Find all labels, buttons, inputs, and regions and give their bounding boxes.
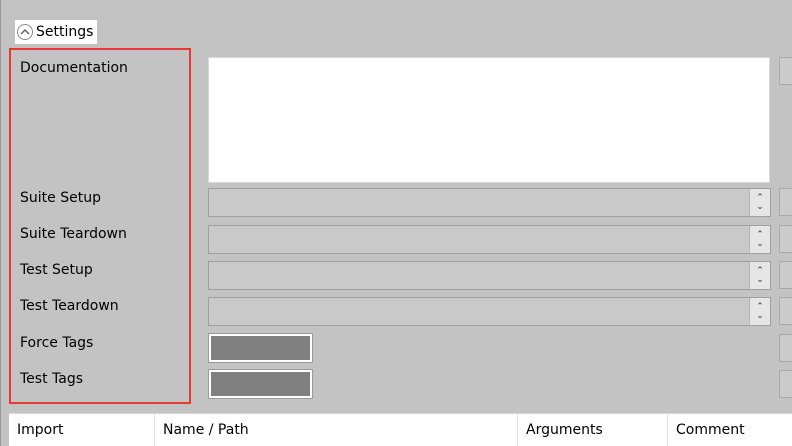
- test-teardown-side-button[interactable]: [779, 297, 792, 325]
- column-header-arguments[interactable]: Arguments: [518, 414, 668, 446]
- window-left-edge: [0, 0, 1, 446]
- chevron-up-icon: [17, 24, 33, 40]
- suite-setup-label: Suite Setup: [20, 190, 101, 206]
- force-tags-label: Force Tags: [20, 335, 94, 351]
- documentation-side-button[interactable]: [779, 57, 792, 85]
- suite-teardown-label: Suite Teardown: [20, 226, 127, 242]
- spin-down-icon: ⌄: [756, 201, 764, 212]
- spin-down-icon: ⌄: [756, 274, 764, 285]
- test-tags-side-button[interactable]: [779, 370, 792, 398]
- force-tags-editor[interactable]: [208, 333, 313, 363]
- settings-toggle-label: Settings: [36, 24, 94, 40]
- test-setup-spinner[interactable]: ⌃ ⌄: [749, 262, 770, 289]
- column-header-name-path[interactable]: Name / Path: [155, 414, 518, 446]
- force-tags-side-button[interactable]: [779, 334, 792, 362]
- spin-down-icon: ⌄: [756, 238, 764, 249]
- column-header-import[interactable]: Import: [9, 414, 155, 446]
- test-tags-editor[interactable]: [208, 369, 313, 399]
- suite-setup-spinner[interactable]: ⌃ ⌄: [749, 189, 770, 216]
- suite-teardown-spinner[interactable]: ⌃ ⌄: [749, 226, 770, 253]
- test-tags-field: [211, 372, 310, 396]
- suite-setup-input[interactable]: ⌃ ⌄: [208, 188, 771, 217]
- test-teardown-spinner[interactable]: ⌃ ⌄: [749, 298, 770, 325]
- test-teardown-label: Test Teardown: [20, 298, 119, 314]
- test-setup-input[interactable]: ⌃ ⌄: [208, 261, 771, 290]
- suite-setup-side-button[interactable]: [779, 188, 792, 216]
- suite-teardown-side-button[interactable]: [779, 225, 792, 253]
- suite-teardown-input[interactable]: ⌃ ⌄: [208, 225, 771, 254]
- documentation-label: Documentation: [20, 60, 128, 76]
- test-setup-label: Test Setup: [20, 262, 93, 278]
- column-header-comment[interactable]: Comment: [668, 414, 792, 446]
- test-setup-side-button[interactable]: [779, 261, 792, 289]
- test-tags-label: Test Tags: [20, 371, 84, 387]
- settings-toggle[interactable]: Settings: [15, 20, 98, 44]
- test-teardown-input[interactable]: ⌃ ⌄: [208, 297, 771, 326]
- import-table-header: Import Name / Path Arguments Comment: [9, 413, 792, 446]
- documentation-textarea[interactable]: [208, 57, 770, 183]
- spin-down-icon: ⌄: [756, 310, 764, 321]
- force-tags-field: [211, 336, 310, 360]
